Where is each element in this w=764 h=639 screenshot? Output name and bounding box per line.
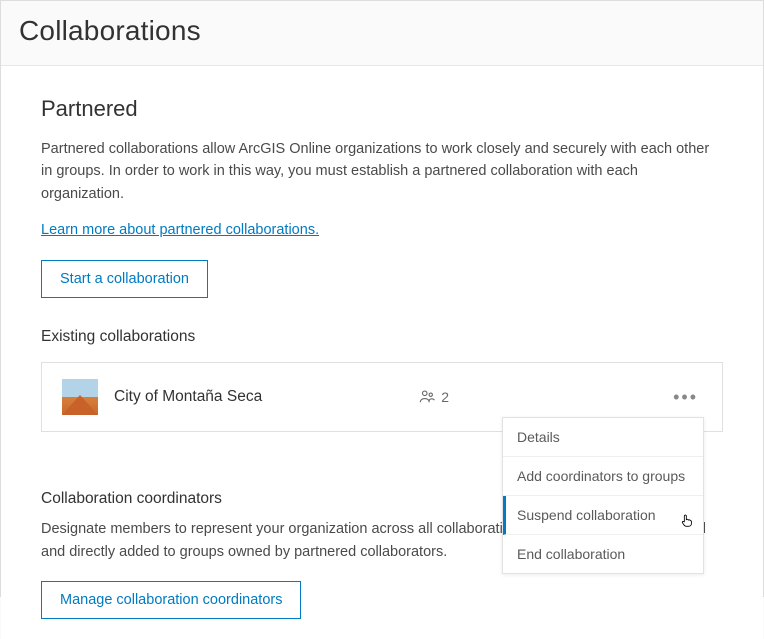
dropdown-item-suspend-label: Suspend collaboration: [517, 507, 656, 523]
dropdown-item-suspend[interactable]: Suspend collaboration: [503, 496, 703, 535]
partnered-heading: Partnered: [41, 96, 723, 122]
dropdown-item-end[interactable]: End collaboration: [503, 535, 703, 573]
more-actions-button[interactable]: •••: [669, 387, 702, 408]
collaboration-card: City of Montaña Seca 2 ••• Details Add c…: [41, 362, 723, 432]
start-collaboration-button[interactable]: Start a collaboration: [41, 260, 208, 298]
dropdown-item-add-coordinators[interactable]: Add coordinators to groups: [503, 457, 703, 496]
members-icon: [418, 388, 436, 406]
partnered-description: Partnered collaborations allow ArcGIS On…: [41, 138, 723, 205]
cursor-pointer-icon: [679, 512, 695, 530]
manage-coordinators-button[interactable]: Manage collaboration coordinators: [41, 581, 301, 619]
content-area: Partnered Partnered collaborations allow…: [1, 66, 763, 639]
dropdown-item-details[interactable]: Details: [503, 418, 703, 457]
page-header: Collaborations: [1, 1, 763, 66]
page-title: Collaborations: [19, 15, 745, 47]
actions-dropdown: Details Add coordinators to groups Suspe…: [502, 417, 704, 574]
collaboration-name: City of Montaña Seca: [114, 388, 262, 406]
existing-collaborations-label: Existing collaborations: [41, 328, 723, 346]
member-count-value: 2: [441, 389, 449, 405]
member-count: 2: [418, 388, 449, 406]
collaboration-thumbnail: [62, 379, 98, 415]
learn-more-link[interactable]: Learn more about partnered collaboration…: [41, 222, 319, 238]
